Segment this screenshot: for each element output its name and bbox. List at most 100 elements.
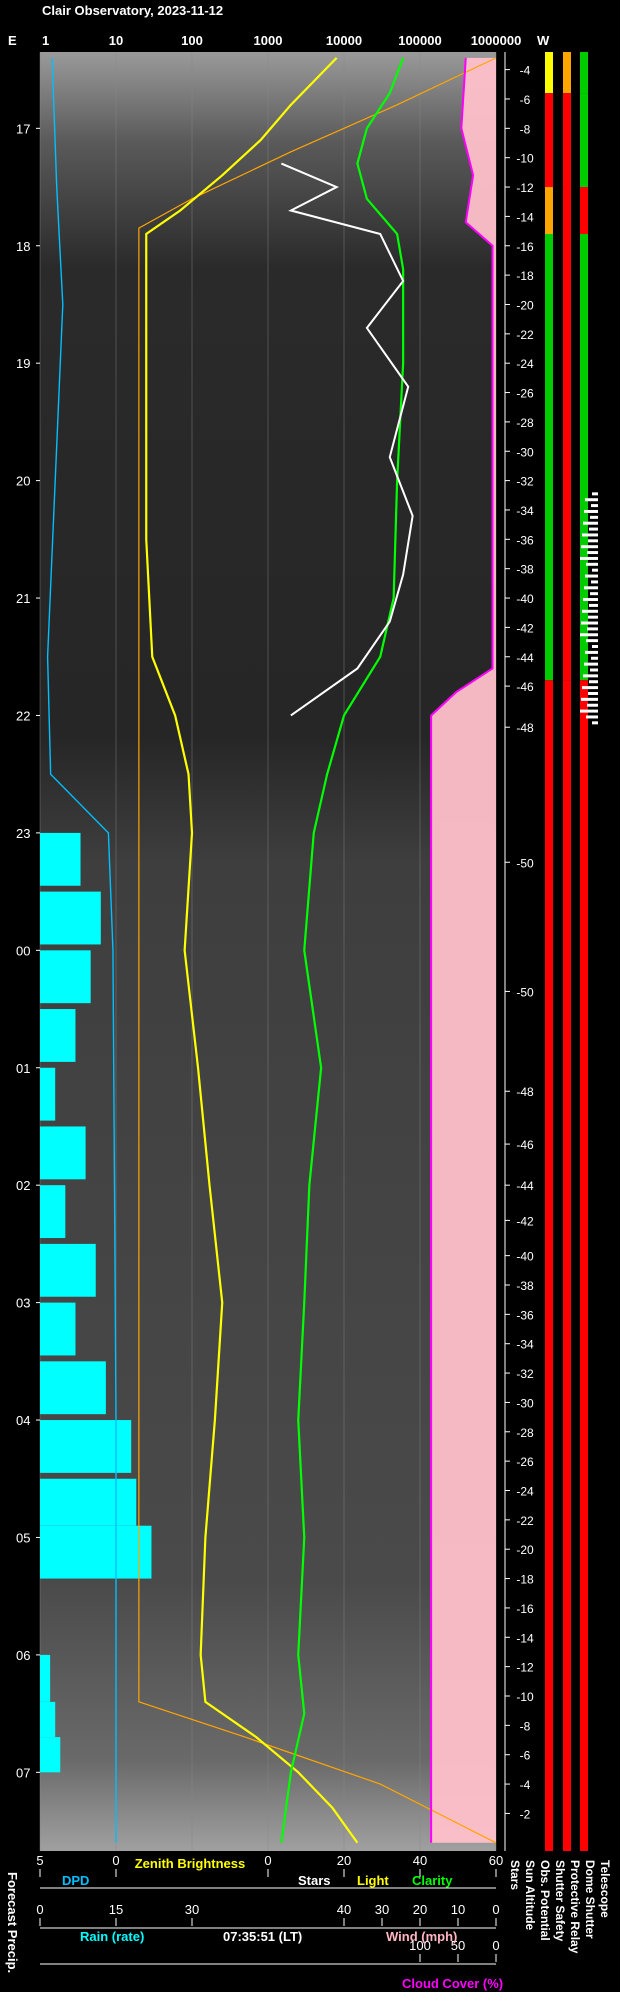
wind-bar [581,621,598,625]
wind-bar [582,609,598,613]
status-bar-segment [563,52,571,94]
side-column-label: Stars [508,1860,522,1890]
wind-bar [588,691,598,695]
wind-bar [592,492,598,496]
rain-bar [40,1361,106,1415]
status-bar-segment [563,234,571,681]
sun-altitude-label: -36 [516,1308,534,1322]
status-bar-segment [545,52,553,94]
time-axis-label: 01 [16,1061,30,1076]
side-column-label: Obs. Potential [538,1860,552,1941]
top-axis-tick-label: 100 [181,33,203,48]
wind-bar [582,533,598,537]
sun-altitude-label: -28 [516,416,534,430]
rain-bar [40,1067,56,1121]
wind-bar [585,650,598,654]
sun-altitude-label: -6 [520,1749,531,1763]
wind-bar [580,633,598,637]
sun-altitude-label: -18 [516,1573,534,1587]
wind-tick-label: 10 [451,1902,465,1917]
rain-bar [40,950,91,1004]
wind-tick-label: 40 [337,1902,351,1917]
rain-tick-label: 0 [36,1902,43,1917]
sun-altitude-label: -50 [516,856,534,870]
sun-altitude-label: -18 [516,269,534,283]
sun-altitude-label: -42 [516,1214,534,1228]
sun-altitude-label: -20 [516,298,534,312]
rain-bar [40,1009,76,1062]
zenith-brightness-label: Zenith Brightness [135,1856,246,1871]
sun-altitude-label: -46 [516,1138,534,1152]
top-axis-tick-label: 10000 [326,33,362,48]
sun-altitude-label: -42 [516,621,534,635]
sun-altitude-label: -26 [516,387,534,401]
stars-tick-label: 60 [489,1853,503,1868]
dpd-tick-label: 0 [112,1853,119,1868]
top-axis-tick-label: 100000 [398,33,441,48]
sun-altitude-label: -4 [520,1778,531,1792]
sun-altitude-label: -32 [516,475,534,489]
rain-bar [40,1243,96,1297]
rain-bar [40,1420,132,1473]
rain-bar [40,1525,152,1579]
observatory-chart: Clair Observatory, 2023-11-12 E W 1 10 100… [5,3,612,1991]
cloud-cover-axis-label: Cloud Cover (%) [402,1976,503,1991]
stars-tick-label: 20 [337,1853,351,1868]
bottom-axes: 5 0 0 20 40 600 15 30 40 30 20 10 0100 50 0 DPD Zenith… [36,1853,503,1991]
zenith-brightness-label-text: Zenith Brightness [135,1856,246,1871]
top-axis-tick-label: 10 [109,33,123,48]
wind-bar [589,603,598,607]
wind-tick-label: 30 [375,1902,389,1917]
status-bar-segment [545,187,553,235]
wind-bar [587,703,598,707]
wind-bar [591,504,598,508]
time-axis-label: 20 [16,474,30,489]
rain-bar [40,1302,76,1356]
bottom-axis-ticks: 5 0 0 20 40 600 15 30 40 30 20 10 0100 50 0 [36,1853,503,1962]
sun-altitude-label: -28 [516,1426,534,1440]
sun-altitude-label: -14 [516,1631,534,1645]
wind-bar [586,639,598,643]
rain-bar [40,1185,66,1239]
sun-altitude-label: -6 [520,93,531,107]
sun-altitude-label: -20 [516,1543,534,1557]
sun-altitude-label: -50 [516,985,534,999]
clarity-axis-label: Clarity [412,1873,453,1888]
top-axis-tick-label: 1 [42,33,49,48]
sun-altitude-label: -48 [516,1085,534,1099]
wind-bar [581,545,598,549]
top-axis-east-label: E [8,33,17,48]
rain-bar [40,1478,137,1526]
time-axis: 17 18 19 20 21 22 23 00 01 02 03 04 05 06 07 [16,121,40,1780]
stars-tick-label: 0 [264,1853,271,1868]
rain-tick-label: 30 [185,1902,199,1917]
sun-altitude-label: -16 [516,1602,534,1616]
sun-altitude-label: -14 [516,210,534,224]
wind-bar [585,498,598,502]
time-axis-label: 21 [16,591,30,606]
status-bar-segment [563,680,571,1851]
wind-bar [580,709,598,713]
wind-bar [590,592,598,596]
status-bar-segment [580,93,588,188]
time-axis-label: 05 [16,1530,30,1545]
sun-altitude-label: -40 [516,592,534,606]
sun-altitude-label: -8 [520,1719,531,1733]
wind-bar [584,586,598,590]
rain-axis-label: Rain (rate) [80,1929,144,1944]
rain-bar [40,891,101,945]
light-axis-label: Light [357,1873,389,1888]
wind-bar [583,674,598,678]
status-bar-segment [580,187,588,235]
plot-area [39,52,497,1851]
sun-altitude-label: -34 [516,504,534,518]
status-bar-segment [580,52,588,94]
wind-bar [580,556,598,560]
sun-altitude-label: -44 [516,651,534,665]
rain-bar [40,1737,61,1773]
wind-bar [588,539,598,543]
sun-altitude-label: -24 [516,1484,534,1498]
time-axis-label: 04 [16,1413,30,1428]
status-bar-segment [545,680,553,1851]
dpd-axis-label: DPD [62,1873,89,1888]
